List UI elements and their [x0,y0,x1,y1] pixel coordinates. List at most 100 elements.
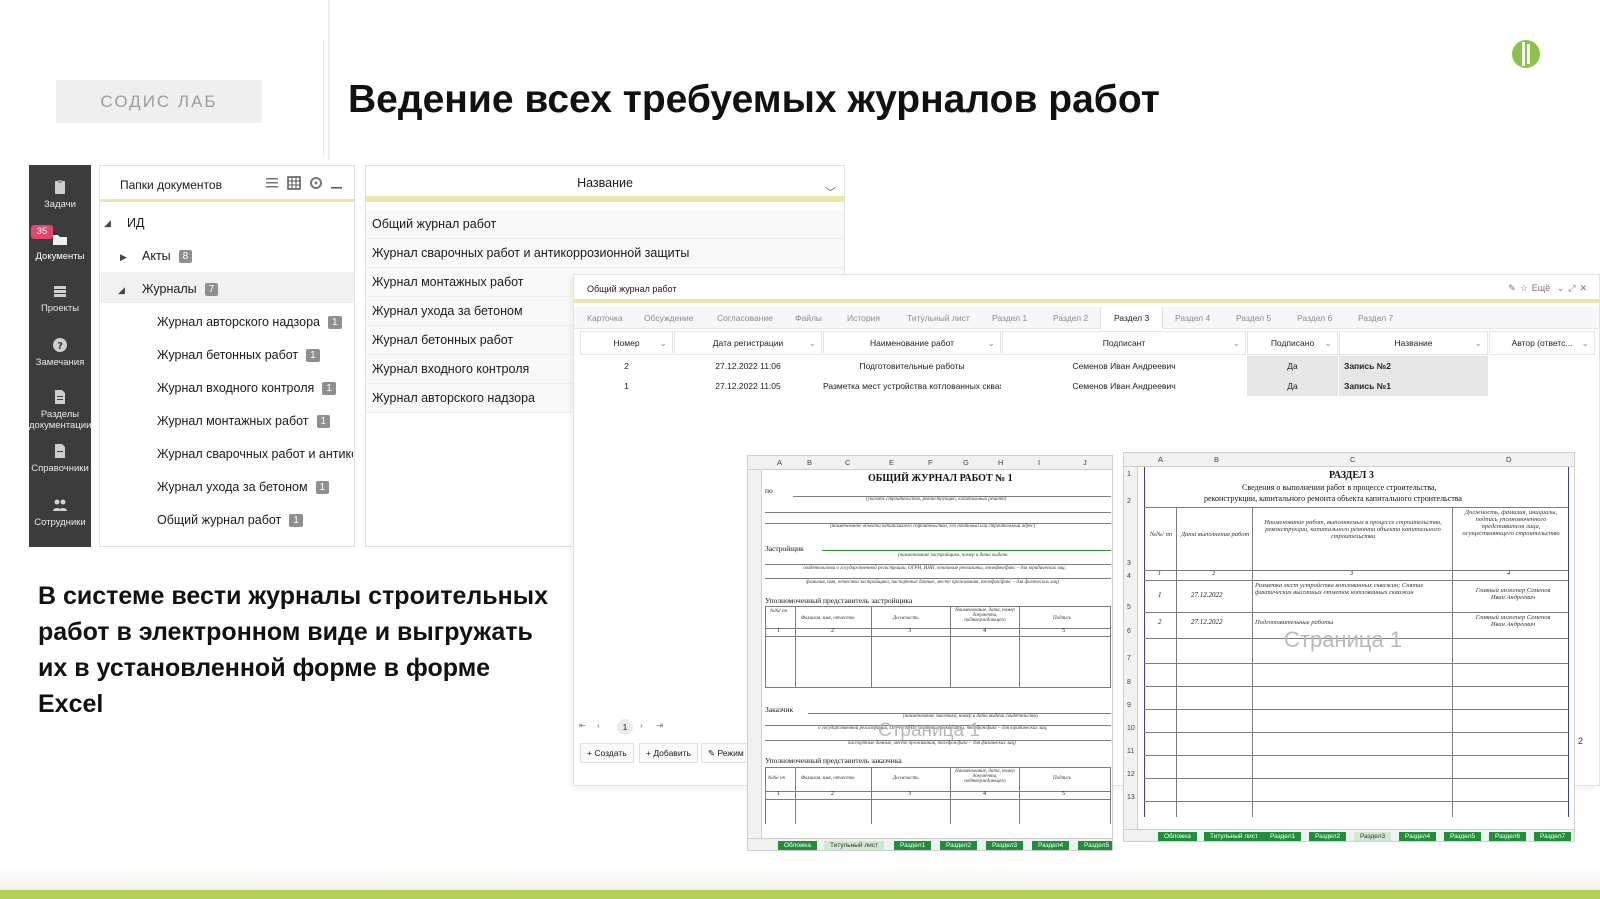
sheet-tab[interactable]: Раздел3 [1354,832,1392,841]
tab-section-2[interactable]: Раздел 2 [1040,307,1101,329]
tree-item-journal[interactable]: Журнал бетонных работ 1 [157,348,320,362]
list-view-icon[interactable] [265,176,279,190]
page-watermark: Страница 1 [1284,627,1403,652]
company-logo-icon [1512,40,1540,68]
tab-title-sheet[interactable]: Титульный лист [894,307,983,329]
chevron-down-icon[interactable]: ⌄ [808,332,816,354]
gear-icon[interactable] [309,176,323,190]
column-header-name[interactable]: Название ﹀ [366,166,844,202]
column-header-signer[interactable]: Подписант ⌄ [1002,331,1246,355]
tab-card[interactable]: Карточка [574,307,636,329]
minimize-icon[interactable] [330,176,344,190]
mode-button[interactable]: ✎ Режим [701,743,750,763]
sheet-tab[interactable]: Раздел1 [1264,832,1302,841]
table-view-icon[interactable] [287,176,301,190]
tab-section-7[interactable]: Раздел 7 [1345,307,1406,329]
tree-item-label: Журнал авторского надзора [157,315,321,329]
collapse-icon[interactable]: ◢ [118,285,125,296]
count-badge: 7 [204,283,219,296]
tab-files[interactable]: Файлы [782,307,835,329]
tree-item-root[interactable]: ИД [127,216,144,230]
detail-title: Общий журнал работ [587,284,677,294]
tab-section-1[interactable]: Раздел 1 [979,307,1040,329]
expand-icon[interactable]: ▶ [120,252,127,263]
chevron-down-icon[interactable]: ⌄ [1232,332,1240,354]
chevron-down-icon[interactable]: ⌄ [1324,332,1332,354]
sidebar-item-employees[interactable]: Сотрудники [29,497,91,528]
sheet-tab[interactable]: Раздел6 [1489,832,1527,841]
collapse-icon[interactable]: ◢ [104,218,111,229]
edit-icon[interactable]: ✎ [1508,283,1520,293]
sidebar-item-tasks[interactable]: Задачи [29,179,91,210]
sheet-tab[interactable]: Раздел2 [1309,832,1347,841]
tab-approval[interactable]: Согласование [704,307,786,329]
tab-section-6[interactable]: Раздел 6 [1284,307,1345,329]
sheet-tab[interactable]: Раздел4 [1399,832,1437,841]
tab-section-5[interactable]: Раздел 5 [1223,307,1284,329]
tab-section-3[interactable]: Раздел 3 [1100,307,1164,329]
sidebar-item-label: Проекты [40,303,80,314]
tree-item-journal[interactable]: Журнал авторского надзора 1 [157,315,342,329]
sheet-tab[interactable]: Раздел2 [940,841,978,850]
pin-icon[interactable]: ⤢ [1568,283,1579,293]
column-header-signed[interactable]: Подписано ⌄ [1247,331,1338,355]
sidebar-item-directories[interactable]: Справочники [29,443,91,474]
first-page-icon[interactable]: ⇤ [579,720,586,731]
chevron-down-icon[interactable]: ⌄ [1557,283,1569,293]
sheet-tab[interactable]: Обложка [778,841,817,850]
chevron-down-icon[interactable]: ﹀ [825,176,836,210]
sheet-tab[interactable]: Раздел5 [1078,841,1112,850]
table-border [1144,755,1568,756]
next-page-icon[interactable]: › [640,720,643,730]
page-number[interactable]: 1 [617,719,633,735]
tab-history[interactable]: История [834,307,893,329]
chevron-down-icon[interactable]: ⌄ [659,332,667,354]
sidebar-item-projects[interactable]: Проекты [29,283,91,314]
tree-item-journal[interactable]: Журнал ухода за бетоном 1 [157,480,330,494]
list-item[interactable]: Журнал сварочных работ и антикоррозионно… [366,239,844,268]
table-header-cell: Подпись [1053,616,1072,621]
table-header-cell: Фамилия, имя, отчество [801,616,855,621]
count-badge: 1 [306,349,320,362]
table-header-cell: Подпись [1053,776,1072,781]
sheet-tab[interactable]: Раздел3 [986,841,1024,850]
tree-item-journal[interactable]: Журнал монтажных работ 1 [157,414,331,428]
column-header-author[interactable]: Автор (ответс... ⌄ [1489,331,1595,355]
list-item[interactable]: Общий журнал работ [366,210,844,239]
add-button[interactable]: + Добавить [639,743,698,763]
sheet-tab[interactable]: Обложка [1158,832,1197,841]
tab-discussion[interactable]: Обсуждение [631,307,707,329]
sheet-tab[interactable]: Титульный лист [1204,832,1265,841]
sidebar-item-doc-sections[interactable]: Разделы документации [29,389,91,431]
column-header-work-name[interactable]: Наименование работ ⌄ [823,331,1001,355]
tree-item-journal[interactable]: Журнал входного контроля 1 [157,381,336,395]
tree-item-journal[interactable]: Журнал сварочных работ и антикорр [157,447,353,461]
divider [323,40,324,158]
column-header-number[interactable]: Номер ⌄ [580,331,673,355]
column-header-title[interactable]: Название ⌄ [1339,331,1488,355]
sheet-tab[interactable]: Раздел7 [1534,832,1572,841]
create-button[interactable]: + Создать [580,743,634,763]
sheet-tab[interactable]: Титульный лист [824,841,885,850]
sheet-tab[interactable]: Раздел4 [1032,841,1070,850]
tree-item-acts[interactable]: Акты 8 [142,249,193,263]
tree-item-journal[interactable]: Общий журнал работ 1 [157,513,303,527]
tab-section-4[interactable]: Раздел 4 [1162,307,1223,329]
sheet-tab[interactable]: Раздел1 [894,841,932,850]
star-icon[interactable]: ☆ [1520,283,1532,293]
close-icon[interactable]: ✕ [1579,283,1591,293]
chevron-down-icon[interactable]: ⌄ [987,332,995,354]
chevron-down-icon[interactable]: ⌄ [1474,332,1482,354]
sidebar-item-remarks[interactable]: ? Замечания [29,337,91,368]
page-side-number: 2 [1578,736,1584,746]
last-page-icon[interactable]: ⇥ [656,720,663,731]
tree-item-journals[interactable]: Журналы 7 [142,282,219,296]
column-letter: H [998,458,1004,467]
chevron-down-icon[interactable]: ⌄ [1581,332,1589,354]
column-header-date[interactable]: Дата регистрации ⌄ [674,331,822,355]
sheet-tab[interactable]: Раздел5 [1444,832,1482,841]
brand-label: СОДИС ЛАБ [56,80,262,123]
underline [765,512,1111,513]
prev-page-icon[interactable]: ‹ [597,720,600,730]
more-button[interactable]: Ещё [1532,283,1550,293]
